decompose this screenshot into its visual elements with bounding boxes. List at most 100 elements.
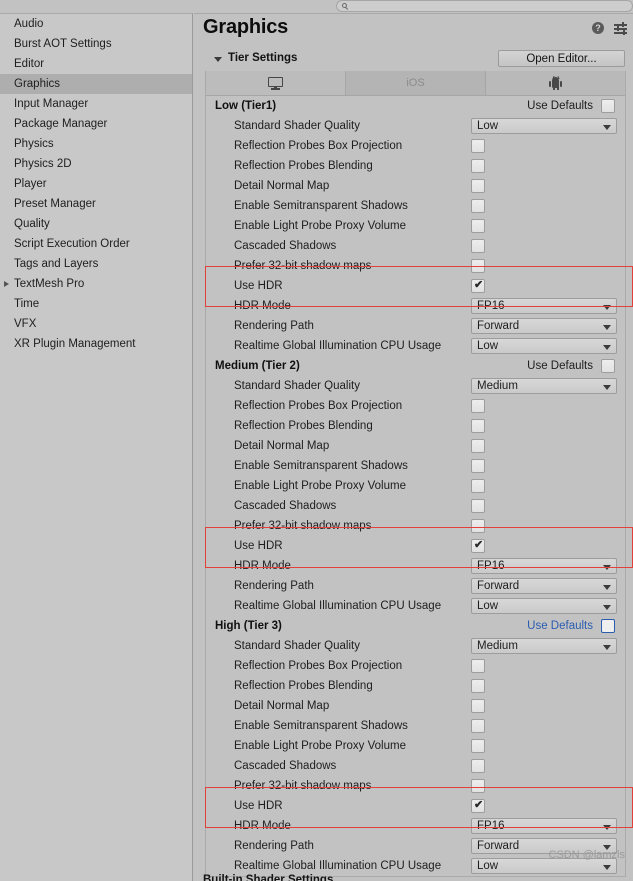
chevron-down-icon[interactable]: [603, 125, 611, 130]
setting-checkbox[interactable]: [471, 739, 485, 753]
chevron-right-icon[interactable]: [4, 281, 9, 287]
sidebar-item-label: Script Execution Order: [14, 238, 130, 250]
setting-checkbox[interactable]: [471, 719, 485, 733]
setting-checkbox[interactable]: [471, 419, 485, 433]
setting-checkbox[interactable]: [471, 659, 485, 673]
setting-checkbox[interactable]: [471, 439, 485, 453]
setting-checkbox[interactable]: [471, 679, 485, 693]
chevron-down-icon[interactable]: [214, 57, 222, 62]
dropdown-value: Low: [477, 600, 499, 612]
setting-checkbox[interactable]: [471, 519, 485, 533]
chevron-down-icon[interactable]: [603, 385, 611, 390]
setting-row: Enable Light Probe Proxy Volume: [206, 216, 625, 236]
setting-label: Detail Normal Map: [234, 700, 330, 712]
chevron-down-icon[interactable]: [603, 345, 611, 350]
platform-tab-ios[interactable]: iOS: [346, 71, 486, 95]
sidebar-item-xr-plugin-management[interactable]: XR Plugin Management: [0, 334, 192, 354]
chevron-down-icon[interactable]: [603, 565, 611, 570]
setting-label: Cascaded Shadows: [234, 500, 337, 512]
settings-category-sidebar[interactable]: Audio Burst AOT Settings Editor Graphics Inp…: [0, 13, 193, 881]
setting-dropdown[interactable]: Low: [471, 118, 617, 134]
sidebar-item-quality[interactable]: Quality: [0, 214, 192, 234]
sidebar-item-vfx[interactable]: VFX: [0, 314, 192, 334]
sidebar-item-preset-manager[interactable]: Preset Manager: [0, 194, 192, 214]
chevron-down-icon[interactable]: [603, 865, 611, 870]
tier-settings-label: Tier Settings: [228, 52, 298, 64]
setting-row: Rendering Path Forward: [206, 576, 625, 596]
sidebar-item-burst-aot-settings[interactable]: Burst AOT Settings: [0, 34, 192, 54]
setting-row: Cascaded Shadows: [206, 236, 625, 256]
setting-label: Prefer 32-bit shadow maps: [234, 260, 372, 272]
chevron-down-icon[interactable]: [603, 645, 611, 650]
setting-row: Use HDR ✔: [206, 276, 625, 296]
setting-dropdown[interactable]: Low: [471, 598, 617, 614]
sidebar-item-script-execution-order[interactable]: Script Execution Order: [0, 234, 192, 254]
setting-checkbox[interactable]: ✔: [471, 279, 485, 293]
tier-name: Medium (Tier 2): [215, 360, 300, 372]
setting-checkbox[interactable]: [471, 479, 485, 493]
open-editor-button[interactable]: Open Editor...: [498, 50, 625, 67]
chevron-down-icon[interactable]: [603, 585, 611, 590]
tier-settings-foldout[interactable]: Tier Settings Open Editor...: [205, 50, 625, 70]
sidebar-item-physics-2d[interactable]: Physics 2D: [0, 154, 192, 174]
sidebar-item-audio[interactable]: Audio: [0, 14, 192, 34]
setting-checkbox[interactable]: [471, 199, 485, 213]
setting-checkbox[interactable]: [471, 459, 485, 473]
use-defaults-checkbox[interactable]: [601, 359, 615, 373]
setting-label: Standard Shader Quality: [234, 120, 360, 132]
setting-checkbox[interactable]: [471, 399, 485, 413]
setting-checkbox[interactable]: ✔: [471, 799, 485, 813]
platform-tab-bar[interactable]: iOS: [206, 71, 625, 96]
setting-row: Standard Shader Quality Low: [206, 116, 625, 136]
setting-dropdown[interactable]: FP16: [471, 558, 617, 574]
setting-dropdown[interactable]: Forward: [471, 318, 617, 334]
setting-label: Detail Normal Map: [234, 440, 330, 452]
setting-checkbox[interactable]: [471, 779, 485, 793]
setting-dropdown[interactable]: FP16: [471, 298, 617, 314]
sidebar-item-tags-and-layers[interactable]: Tags and Layers: [0, 254, 192, 274]
platform-tab-android-robot[interactable]: [486, 71, 625, 95]
help-icon[interactable]: ?: [592, 22, 604, 34]
setting-checkbox[interactable]: [471, 179, 485, 193]
setting-dropdown[interactable]: Medium: [471, 378, 617, 394]
setting-checkbox[interactable]: [471, 759, 485, 773]
setting-row: Reflection Probes Box Projection: [206, 396, 625, 416]
setting-checkbox[interactable]: ✔: [471, 539, 485, 553]
setting-checkbox[interactable]: [471, 499, 485, 513]
sidebar-item-graphics[interactable]: Graphics: [0, 74, 192, 94]
sidebar-item-label: VFX: [14, 318, 37, 330]
chevron-down-icon[interactable]: [603, 825, 611, 830]
setting-dropdown[interactable]: Low: [471, 338, 617, 354]
setting-dropdown[interactable]: Forward: [471, 578, 617, 594]
sidebar-item-editor[interactable]: Editor: [0, 54, 192, 74]
sidebar-item-label: Player: [14, 178, 47, 190]
search-input[interactable]: [336, 0, 633, 12]
sidebar-item-input-manager[interactable]: Input Manager: [0, 94, 192, 114]
preset-settings-icon[interactable]: [614, 22, 627, 35]
chevron-down-icon[interactable]: [603, 605, 611, 610]
dropdown-value: Low: [477, 340, 499, 352]
setting-checkbox[interactable]: [471, 259, 485, 273]
setting-row: Reflection Probes Blending: [206, 416, 625, 436]
sidebar-item-package-manager[interactable]: Package Manager: [0, 114, 192, 134]
setting-dropdown[interactable]: Medium: [471, 638, 617, 654]
sidebar-item-time[interactable]: Time: [0, 294, 192, 314]
setting-checkbox[interactable]: [471, 239, 485, 253]
chevron-down-icon[interactable]: [603, 325, 611, 330]
sidebar-item-player[interactable]: Player: [0, 174, 192, 194]
use-defaults-checkbox[interactable]: [601, 99, 615, 113]
sidebar-item-textmesh-pro[interactable]: TextMesh Pro: [0, 274, 192, 294]
setting-checkbox[interactable]: [471, 139, 485, 153]
setting-checkbox[interactable]: [471, 219, 485, 233]
chevron-down-icon[interactable]: [603, 305, 611, 310]
setting-checkbox[interactable]: [471, 159, 485, 173]
sidebar-item-physics[interactable]: Physics: [0, 134, 192, 154]
sidebar-item-label: Preset Manager: [14, 198, 96, 210]
platform-tab-desktop-monitor[interactable]: [206, 71, 346, 95]
setting-row: Detail Normal Map: [206, 696, 625, 716]
setting-row: Enable Light Probe Proxy Volume: [206, 476, 625, 496]
setting-dropdown[interactable]: FP16: [471, 818, 617, 834]
setting-checkbox[interactable]: [471, 699, 485, 713]
setting-label: Standard Shader Quality: [234, 640, 360, 652]
use-defaults-checkbox[interactable]: [601, 619, 615, 633]
